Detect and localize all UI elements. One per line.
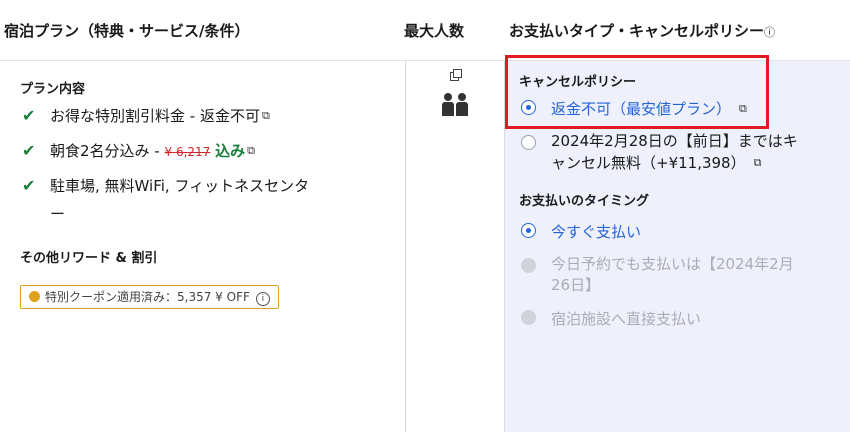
external-link-icon[interactable]: ⧉ — [247, 144, 255, 158]
external-link-icon[interactable]: ⧉ — [754, 152, 762, 173]
column-header-guests: 最大人数 — [404, 22, 465, 40]
info-icon[interactable]: i — [255, 292, 270, 306]
check-icon: ✔ — [22, 176, 36, 195]
plan-section-title: プラン内容 — [20, 82, 86, 97]
radio-button-disabled — [521, 258, 536, 273]
table-header: 宿泊プラン（特典・サービス/条件） 最大人数 お支払いタイプ・キャンセルポリシー… — [0, 0, 850, 61]
two-person-icon — [442, 93, 468, 117]
check-icon: ✔ — [22, 106, 36, 125]
included-label: 込み — [215, 142, 246, 160]
check-icon: ✔ — [22, 141, 36, 160]
guests-column — [406, 61, 505, 432]
radio-button-selected[interactable] — [521, 223, 536, 238]
external-link-icon[interactable]: ⧉ — [262, 109, 270, 123]
rewards-section-title: その他リワード & 割引 — [20, 251, 158, 266]
coupon-icon — [29, 291, 40, 302]
column-header-plan: 宿泊プラン（特典・サービス/条件） — [4, 22, 250, 40]
radio-button-disabled — [521, 310, 536, 325]
copy-icon[interactable] — [450, 69, 462, 81]
plan-column: プラン内容 ✔ お得な特別割引料金 - 返金不可 ⧉ ✔ 朝食2名分込み - ¥ … — [0, 61, 406, 432]
radio-button[interactable] — [521, 135, 536, 150]
info-icon[interactable]: ⓘ — [764, 26, 775, 39]
original-price: ¥ 6,217 — [164, 145, 211, 159]
coupon-badge: 特別クーポン適用済み：5,357 ¥ OFF i — [20, 285, 279, 309]
payment-timing-title: お支払いのタイミング — [519, 194, 650, 209]
highlight-box — [505, 55, 769, 129]
column-header-payment: お支払いタイプ・キャンセルポリシーⓘ — [509, 22, 776, 40]
